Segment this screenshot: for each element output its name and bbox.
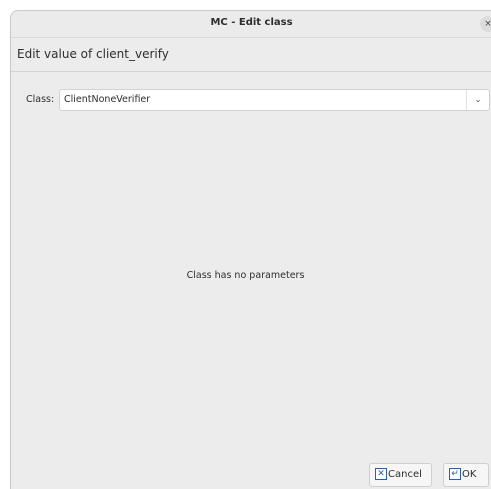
dialog-header: Edit value of client_verify (11, 38, 491, 72)
title-bar: MC - Edit class × (11, 11, 491, 38)
close-icon[interactable]: × (480, 16, 491, 32)
class-select[interactable]: ClientNoneVerifier ⌄ (59, 89, 490, 111)
cancel-button-label: Cancel (388, 469, 422, 480)
class-select-value: ClientNoneVerifier (64, 94, 151, 105)
edit-class-dialog: MC - Edit class × Edit value of client_v… (10, 10, 491, 489)
ok-button[interactable]: ↵ OK (443, 463, 489, 487)
class-label: Class: (26, 94, 55, 105)
class-row: Class: ClientNoneVerifier ⌄ (11, 89, 491, 111)
window-title: MC - Edit class (210, 17, 293, 28)
chevron-down-icon[interactable]: ⌄ (466, 90, 489, 110)
enter-icon: ↵ (449, 468, 461, 480)
ok-button-label: OK (462, 469, 477, 480)
cancel-icon: ✕ (375, 468, 387, 480)
no-parameters-message: Class has no parameters (186, 270, 305, 281)
cancel-button[interactable]: ✕ Cancel (369, 463, 432, 487)
dialog-heading: Edit value of client_verify (17, 47, 169, 61)
